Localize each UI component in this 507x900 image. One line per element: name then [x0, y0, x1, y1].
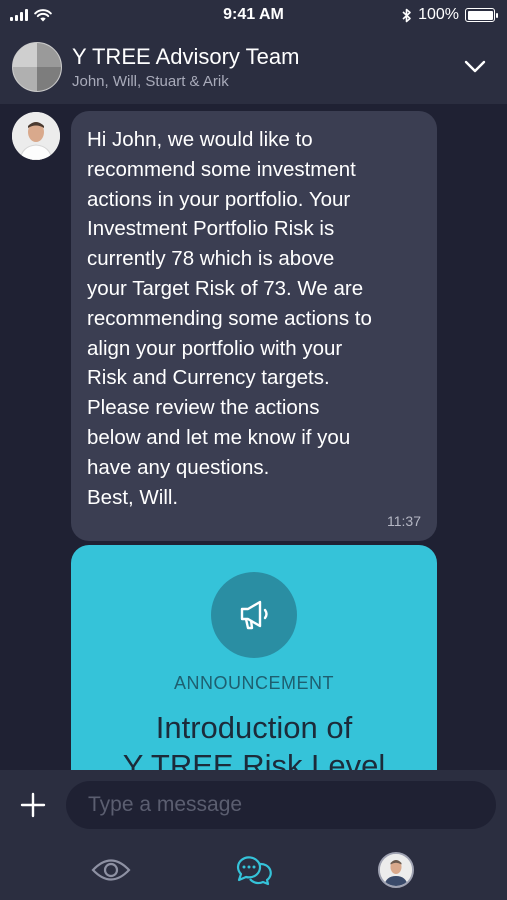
status-bar: 9:41 AM 100% [0, 0, 507, 30]
tab-watch[interactable] [81, 845, 141, 895]
chat-header: Y TREE Advisory Team John, Will, Stuart … [0, 30, 507, 104]
card-icon-circle [211, 572, 297, 658]
header-text[interactable]: Y TREE Advisory Team John, Will, Stuart … [72, 44, 455, 90]
chevron-down-icon [464, 60, 486, 73]
wifi-icon [34, 8, 52, 21]
group-avatar[interactable] [12, 42, 62, 92]
message-text: Hi John, we would like to recommend some… [87, 128, 372, 509]
chat-icon [237, 856, 273, 886]
chat-participants: John, Will, Stuart & Arik [72, 73, 229, 90]
message-input[interactable] [66, 781, 496, 829]
chat-area[interactable]: Hi John, we would like to recommend some… [0, 104, 507, 770]
plus-icon [20, 792, 46, 818]
signal-icon [10, 9, 28, 21]
person-icon [379, 854, 412, 886]
status-right: 100% [402, 6, 498, 24]
announcement-card[interactable]: ANNOUNCEMENT Introduction of Y TREE Risk… [71, 545, 437, 770]
message-time: 11:37 [387, 513, 421, 529]
tab-bar [0, 840, 507, 900]
megaphone-icon [240, 600, 268, 630]
message-composer [0, 770, 507, 840]
battery-icon [465, 8, 498, 22]
chat-title: Y TREE Advisory Team [72, 44, 300, 69]
message-bubble[interactable]: Hi John, we would like to recommend some… [71, 111, 437, 541]
battery-percent: 100% [418, 6, 459, 23]
card-label: ANNOUNCEMENT [173, 673, 334, 693]
tab-chat[interactable] [223, 845, 283, 895]
battery-fill [467, 10, 493, 20]
add-attachment-button[interactable] [0, 770, 66, 840]
eye-icon [91, 859, 131, 881]
expand-header-button[interactable] [455, 47, 495, 87]
status-left [10, 8, 52, 22]
profile-avatar [377, 852, 414, 888]
bluetooth-icon [402, 8, 411, 22]
card-title: Introduction of Y TREE Risk Level [122, 710, 386, 770]
person-icon [12, 112, 60, 160]
sender-avatar[interactable] [12, 112, 60, 160]
tab-profile[interactable] [366, 845, 426, 895]
